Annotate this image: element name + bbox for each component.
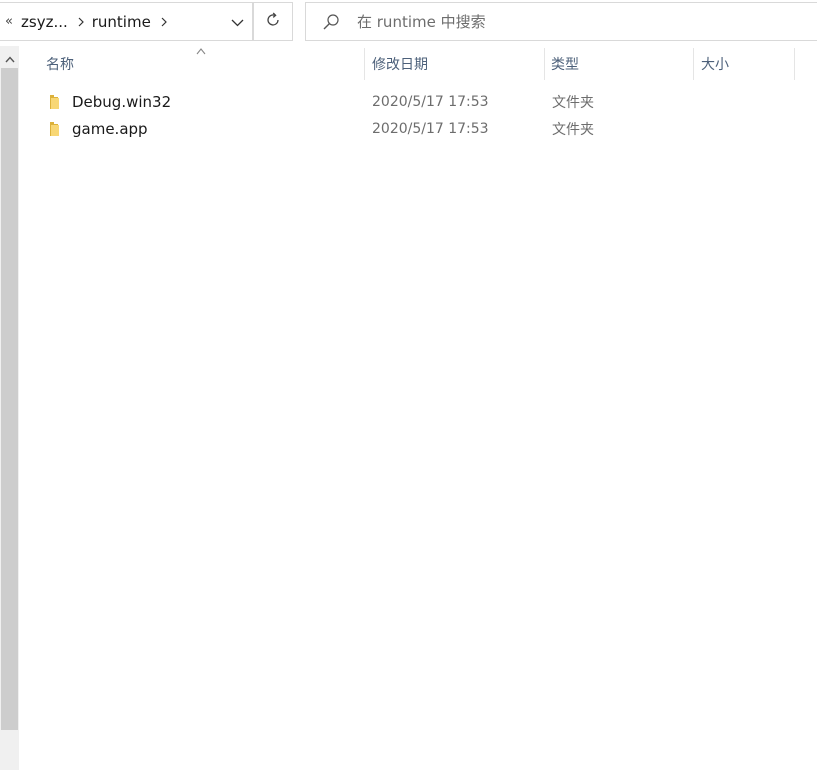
file-list: Debug.win32 2020/5/17 17:53 文件夹 game.app… xyxy=(20,88,817,142)
file-name: game.app xyxy=(72,119,148,138)
address-history-dropdown[interactable] xyxy=(222,2,253,41)
file-row-game-app[interactable]: game.app 2020/5/17 17:53 文件夹 xyxy=(20,115,817,142)
file-row-debug-win32[interactable]: Debug.win32 2020/5/17 17:53 文件夹 xyxy=(20,88,817,115)
search-input[interactable] xyxy=(355,11,755,32)
navigation-bar: « zsyz... runtime xyxy=(0,0,817,44)
file-name: Debug.win32 xyxy=(72,92,172,111)
column-header-label: 大小 xyxy=(701,57,729,73)
file-name-cell[interactable]: game.app xyxy=(46,115,148,142)
column-header-size[interactable]: 大小 xyxy=(695,46,795,82)
address-bar[interactable]: « zsyz... runtime xyxy=(0,2,253,41)
vertical-scrollbar[interactable] xyxy=(0,46,19,770)
refresh-icon xyxy=(265,12,281,32)
column-header-name[interactable]: 名称 xyxy=(40,46,364,82)
column-header-label: 名称 xyxy=(46,57,74,73)
folder-icon xyxy=(46,94,62,110)
file-name-cell[interactable]: Debug.win32 xyxy=(46,88,171,115)
breadcrumb-overflow-icon[interactable]: « xyxy=(0,14,19,29)
breadcrumb-item-runtime[interactable]: runtime xyxy=(90,13,155,31)
chevron-up-icon xyxy=(4,48,15,67)
breadcrumb-item-zsyz[interactable]: zsyz... xyxy=(19,13,72,31)
scrollbar-thumb[interactable] xyxy=(1,68,18,730)
column-divider[interactable] xyxy=(364,48,365,80)
chevron-down-icon xyxy=(231,12,244,31)
column-header-date[interactable]: 修改日期 xyxy=(366,46,544,82)
search-box[interactable] xyxy=(305,2,817,41)
search-icon xyxy=(321,12,341,32)
refresh-button[interactable] xyxy=(253,2,293,41)
file-modified-date: 2020/5/17 17:53 xyxy=(372,93,489,110)
column-header-type[interactable]: 类型 xyxy=(545,46,693,82)
column-divider[interactable] xyxy=(794,48,795,80)
chevron-right-icon[interactable] xyxy=(72,12,90,32)
column-header-row: 名称 修改日期 类型 大小 xyxy=(20,46,817,82)
column-divider[interactable] xyxy=(693,48,694,80)
file-type: 文件夹 xyxy=(552,121,594,138)
column-header-label: 修改日期 xyxy=(372,57,428,73)
chevron-right-icon[interactable] xyxy=(155,12,173,32)
folder-icon xyxy=(46,121,62,137)
column-header-label: 类型 xyxy=(551,57,579,73)
file-type: 文件夹 xyxy=(552,94,594,111)
scroll-up-button[interactable] xyxy=(0,46,19,68)
file-modified-date: 2020/5/17 17:53 xyxy=(372,120,489,137)
